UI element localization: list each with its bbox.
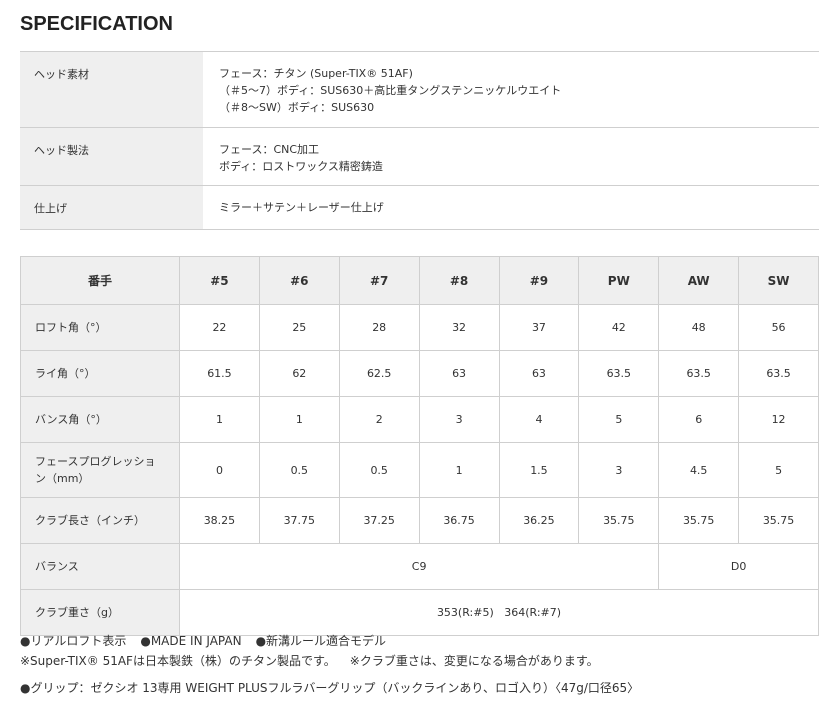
header-cell: #5: [179, 256, 260, 305]
table-row: ライ角（°） 61.5 62 62.5 63 63 63.5 63.5 63.5: [20, 350, 819, 397]
row-label: バランス: [20, 543, 180, 590]
table-cell: 38.25: [179, 497, 260, 544]
spec-value: フェース：チタン (Super-TIX® 51AF) （＃5〜7）ボディ：SUS…: [203, 51, 819, 128]
table-cell: 36.75: [418, 497, 500, 544]
table-cell: 1: [418, 442, 500, 498]
header-cell: #8: [418, 256, 500, 305]
header-cell: SW: [738, 256, 819, 305]
spec-line: ミラー＋サテン＋レーザー仕上げ: [219, 201, 384, 214]
table-cell: 32: [418, 304, 500, 351]
row-label: ロフト角（°）: [20, 304, 180, 351]
table-cell: 1: [179, 396, 260, 443]
table-cell: C9: [178, 543, 660, 590]
table-cell: 37: [498, 304, 580, 351]
header-cell: #6: [258, 256, 340, 305]
table-header-row: 番手 #5 #6 #7 #8 #9 PW AW SW: [20, 256, 819, 305]
table-cell: 61.5: [179, 350, 260, 397]
spec-value: フェース：CNC加工 ボディ：ロストワックス精密鋳造: [203, 127, 819, 186]
spec-line: （＃5〜7）ボディ：SUS630＋高比重タングステンニッケルウエイト: [219, 84, 562, 97]
spec-row-finish: 仕上げ ミラー＋サテン＋レーザー仕上げ: [20, 185, 819, 230]
table-cell: 12: [738, 396, 819, 443]
page: SPECIFICATION ヘッド素材 フェース：チタン (Super-TIX®…: [0, 0, 840, 713]
table-row: バンス角（°） 1 1 2 3 4 5 6 12: [20, 396, 819, 443]
note-item: ※Super-TIX® 51AFは日本製鉄（株）のチタン製品です。: [20, 654, 336, 668]
table-cell: 6: [658, 396, 740, 443]
table-cell: 4.5: [658, 442, 740, 498]
table-cell: 63: [418, 350, 500, 397]
note-line: ●グリップ：ゼクシオ 13専用 WEIGHT PLUSフルラバーグリップ（バック…: [20, 681, 640, 695]
table-cell: 63.5: [658, 350, 740, 397]
table-cell: 3: [578, 442, 660, 498]
table-cell: 48: [658, 304, 740, 351]
row-label: フェースプログレッショ ン（mm）: [20, 442, 180, 498]
table-cell: 2: [338, 396, 420, 443]
spec-line: ボディ：ロストワックス精密鋳造: [219, 160, 383, 173]
balance-row: バランス C9 D0: [20, 543, 819, 590]
spec-row-head-material: ヘッド素材 フェース：チタン (Super-TIX® 51AF) （＃5〜7）ボ…: [20, 51, 819, 128]
table-cell: 353(R:#5) 364(R:#7): [179, 589, 819, 636]
spec-row-head-manufacturing: ヘッド製法 フェース：CNC加工 ボディ：ロストワックス精密鋳造: [20, 127, 819, 186]
row-label-line: ン（mm）: [35, 472, 90, 485]
spec-label: ヘッド製法: [20, 127, 203, 186]
table-cell: 22: [179, 304, 260, 351]
table-cell: 5: [738, 442, 819, 498]
note-item: ●リアルロフト表示: [20, 634, 127, 648]
table-cell: 28: [338, 304, 420, 351]
table-cell: 63.5: [578, 350, 660, 397]
header-cell: #9: [498, 256, 580, 305]
table-cell: 62.5: [338, 350, 420, 397]
table-cell: 4: [498, 396, 580, 443]
spec-line: フェース：チタン (Super-TIX® 51AF): [219, 67, 413, 80]
table-cell: 1.5: [498, 442, 580, 498]
spec-line: フェース：CNC加工: [219, 143, 320, 156]
header-cell: 番手: [20, 256, 180, 305]
header-cell: #7: [338, 256, 420, 305]
note-line: ●リアルロフト表示 ●MADE IN JAPAN ●新溝ルール適合モデル: [20, 631, 639, 651]
row-label-line: フェースプログレッショ: [35, 455, 156, 468]
weight-row: クラブ重さ（g） 353(R:#5) 364(R:#7): [20, 589, 819, 636]
row-label: バンス角（°）: [20, 396, 180, 443]
table-cell: 35.75: [578, 497, 660, 544]
table-cell: 63.5: [738, 350, 819, 397]
table-cell: 0.5: [258, 442, 340, 498]
club-spec-table: 番手 #5 #6 #7 #8 #9 PW AW SW ロフト角（°） 22 25…: [20, 256, 819, 636]
table-cell: 0.5: [338, 442, 420, 498]
spec-label: ヘッド素材: [20, 51, 203, 128]
header-cell: AW: [658, 256, 740, 305]
table-cell: 25: [258, 304, 340, 351]
notes: ●リアルロフト表示 ●MADE IN JAPAN ●新溝ルール適合モデル ※Supe…: [20, 631, 639, 698]
table-row: フェースプログレッショ ン（mm） 0 0.5 0.5 1 1.5 3 4.5 …: [20, 442, 819, 498]
row-label: クラブ重さ（g）: [20, 589, 180, 636]
table-cell: 1: [258, 396, 340, 443]
table-cell: 5: [578, 396, 660, 443]
header-cell: PW: [578, 256, 660, 305]
spec-table: ヘッド素材 フェース：チタン (Super-TIX® 51AF) （＃5〜7）ボ…: [20, 51, 819, 230]
row-label: クラブ長さ（インチ）: [20, 497, 180, 544]
spec-value: ミラー＋サテン＋レーザー仕上げ: [203, 185, 819, 230]
table-cell: 63: [498, 350, 580, 397]
table-cell: 42: [578, 304, 660, 351]
table-cell: 56: [738, 304, 819, 351]
note-item: ●新溝ルール適合モデル: [255, 634, 387, 648]
table-row: クラブ長さ（インチ） 38.25 37.75 37.25 36.75 36.25…: [20, 497, 819, 544]
table-cell: 37.75: [258, 497, 340, 544]
table-cell: 35.75: [738, 497, 819, 544]
note-line: ※Super-TIX® 51AFは日本製鉄（株）のチタン製品です。 ※クラブ重さは…: [20, 651, 639, 671]
table-cell: 36.25: [498, 497, 580, 544]
table-cell: 35.75: [658, 497, 740, 544]
spec-line: （＃8〜SW）ボディ：SUS630: [219, 101, 375, 114]
note-item: ※クラブ重さは、変更になる場合があります。: [349, 654, 599, 668]
table-cell: 37.25: [338, 497, 420, 544]
spec-label: 仕上げ: [20, 185, 203, 230]
table-row: ロフト角（°） 22 25 28 32 37 42 48 56: [20, 304, 819, 351]
note-item: ●MADE IN JAPAN: [140, 634, 242, 648]
table-cell: 0: [179, 442, 260, 498]
table-cell: 62: [258, 350, 340, 397]
page-title: SPECIFICATION: [20, 13, 173, 35]
row-label: ライ角（°）: [20, 350, 180, 397]
table-cell: 3: [418, 396, 500, 443]
table-cell: D0: [658, 543, 819, 590]
